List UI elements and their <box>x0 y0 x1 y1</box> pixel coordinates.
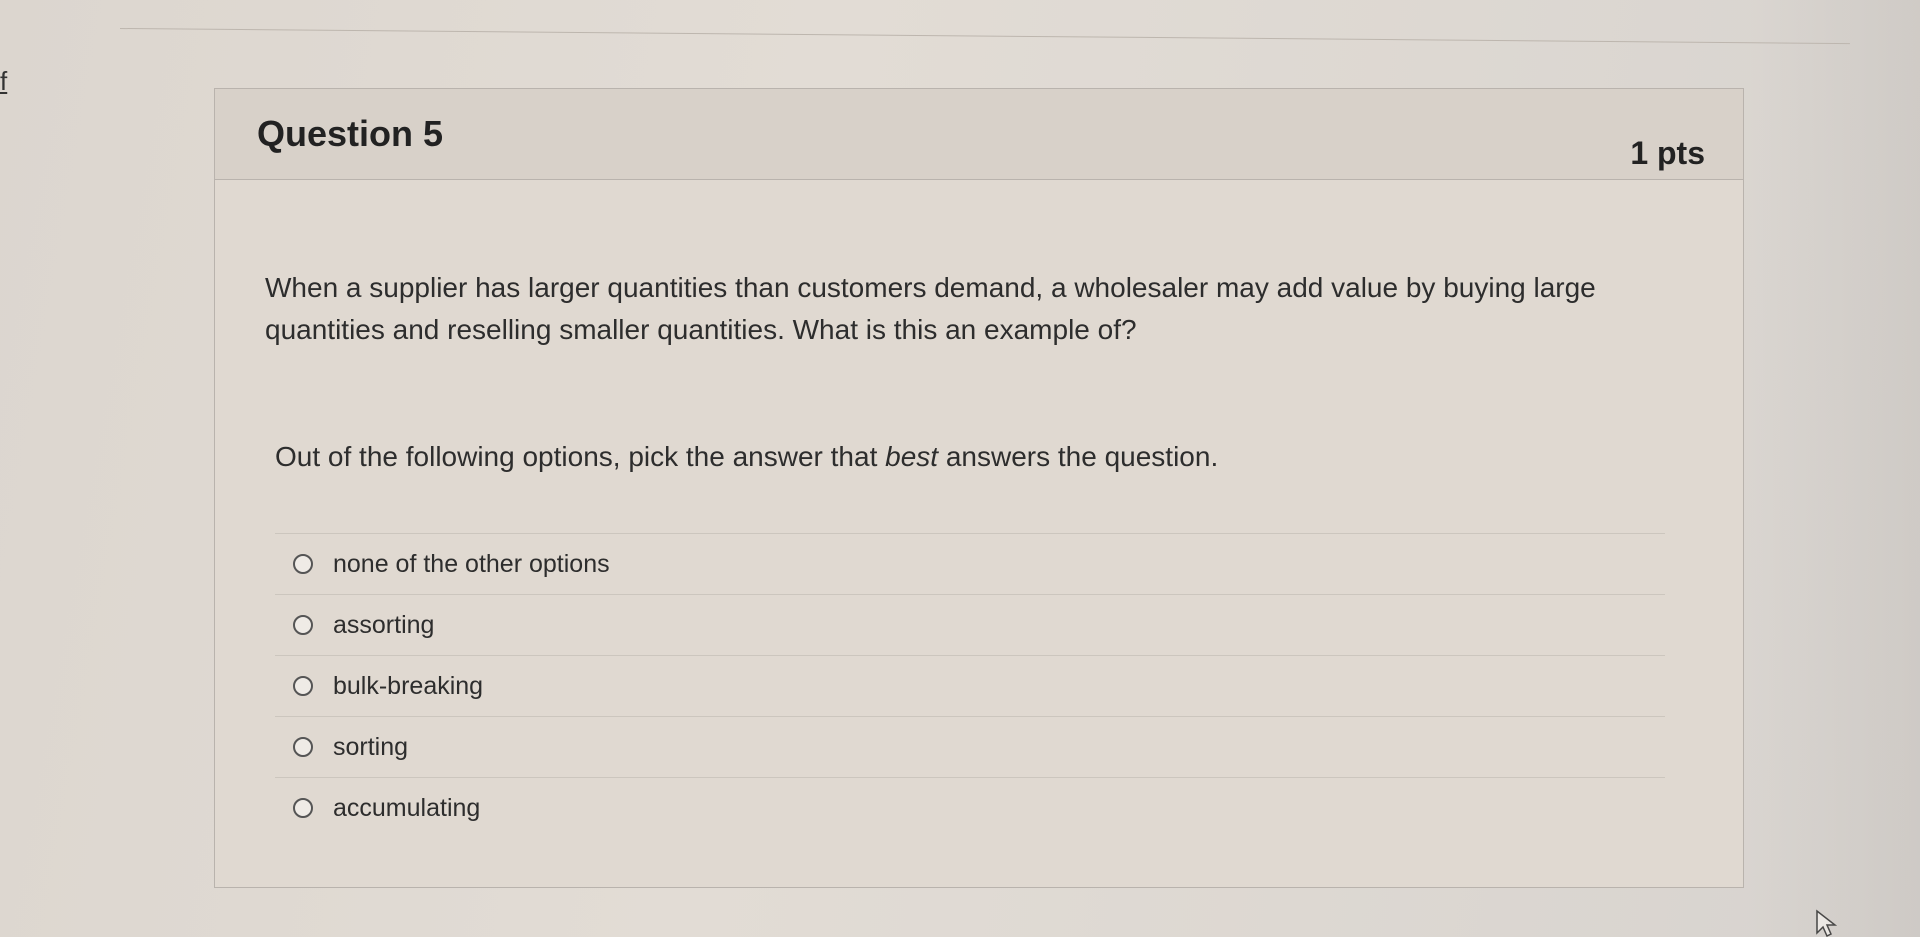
question-instruction: Out of the following options, pick the a… <box>275 437 1693 477</box>
question-title: Question 5 <box>257 113 444 154</box>
instruction-suffix: answers the question. <box>938 441 1219 472</box>
answer-list: none of the other options assorting bulk… <box>275 533 1665 838</box>
answer-option-assorting[interactable]: assorting <box>275 594 1665 655</box>
radio-unselected-icon[interactable] <box>293 615 313 635</box>
radio-unselected-icon[interactable] <box>293 676 313 696</box>
question-text: When a supplier has larger quantities th… <box>265 272 1596 345</box>
top-divider <box>119 28 1850 45</box>
instruction-emphasis: best <box>885 441 939 472</box>
sidebar-link-fragment[interactable]: f <box>0 66 7 97</box>
question-header: Question 5 1 pts <box>215 89 1743 180</box>
answer-option-accumulating[interactable]: accumulating <box>275 777 1665 838</box>
answer-label: assorting <box>333 610 435 639</box>
question-body: When a supplier has larger quantities th… <box>265 267 1693 838</box>
answer-option-sorting[interactable]: sorting <box>275 716 1665 777</box>
radio-unselected-icon[interactable] <box>293 798 313 818</box>
radio-unselected-icon[interactable] <box>293 737 313 757</box>
quiz-page: f Question 5 1 pts When a supplier has l… <box>0 0 1920 937</box>
question-card: Question 5 1 pts When a supplier has lar… <box>214 88 1837 937</box>
radio-unselected-icon[interactable] <box>293 554 313 574</box>
answer-option-bulk-breaking[interactable]: bulk-breaking <box>275 655 1665 716</box>
instruction-prefix: Out of the following options, pick the a… <box>275 441 886 472</box>
answer-label: bulk-breaking <box>333 671 484 700</box>
answer-label: sorting <box>333 732 409 761</box>
screen-edge-shadow <box>1750 0 1920 937</box>
question-points: 1 pts <box>1630 135 1705 171</box>
answer-label: none of the other options <box>333 549 610 578</box>
answer-label: accumulating <box>333 793 481 822</box>
answer-option-none[interactable]: none of the other options <box>275 533 1665 594</box>
